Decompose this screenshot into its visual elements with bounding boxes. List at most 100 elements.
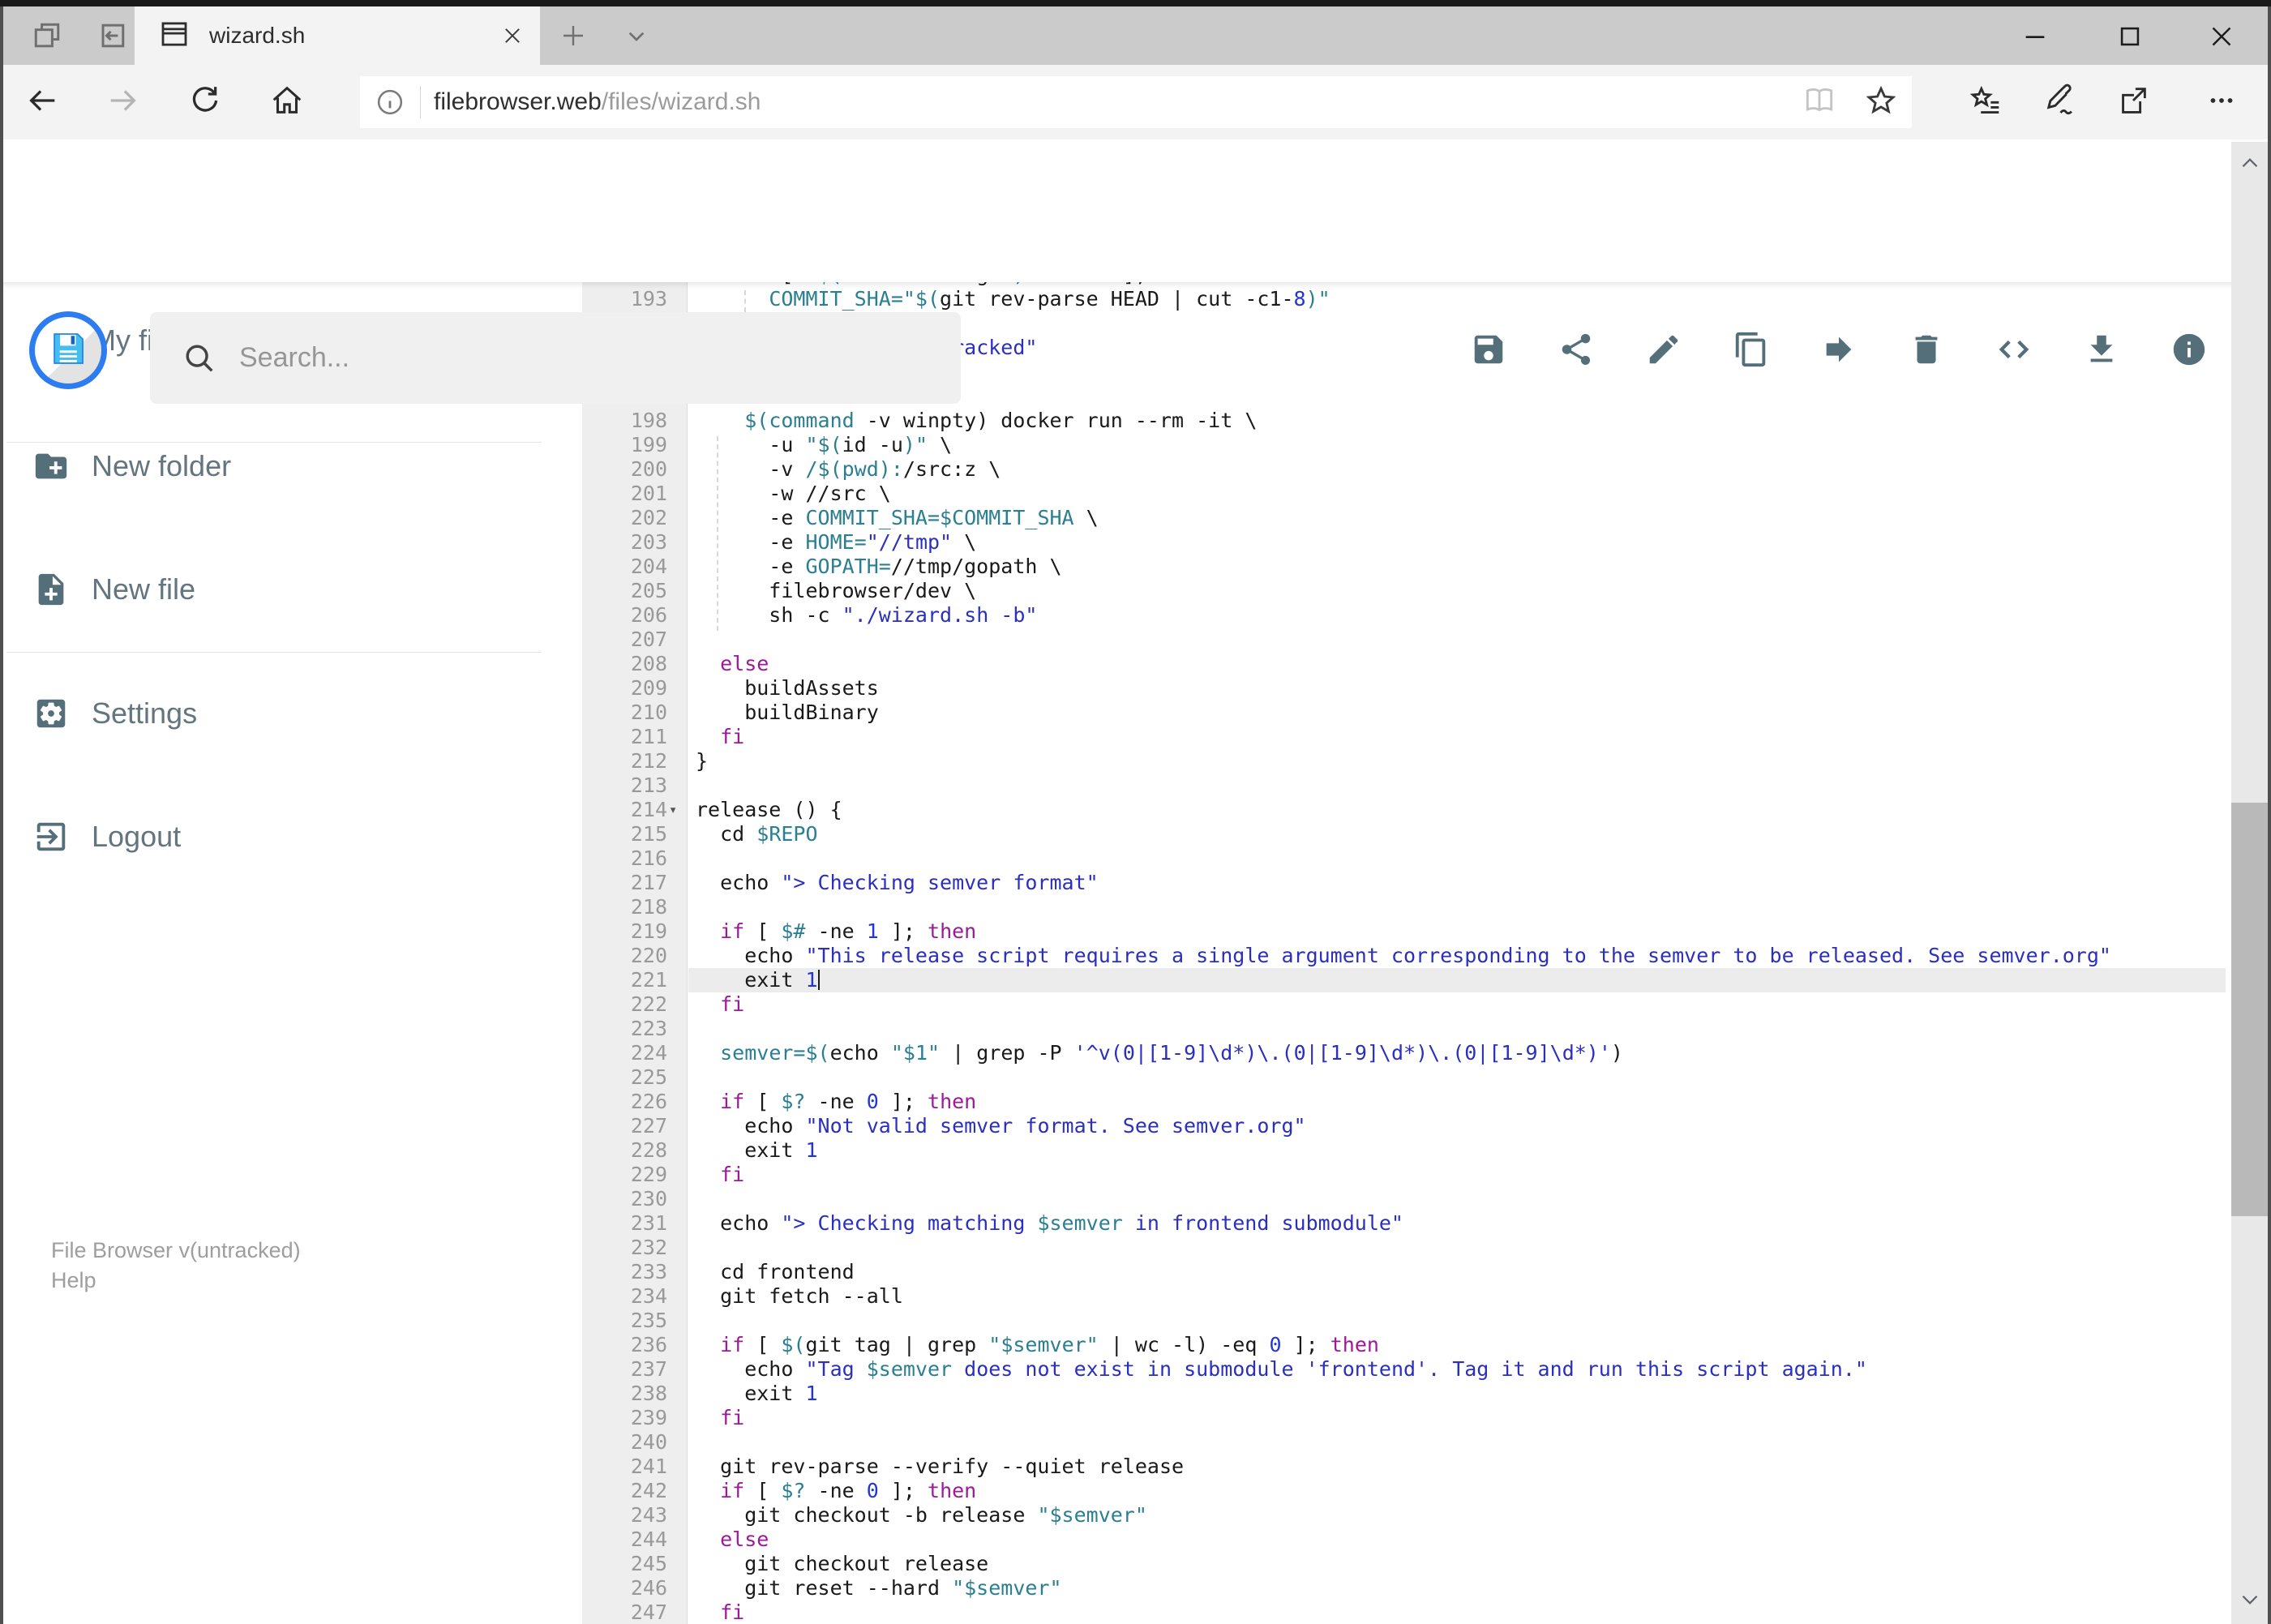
- scroll-down-button[interactable]: [2231, 1579, 2268, 1624]
- code-line[interactable]: 211 fi: [582, 725, 2226, 749]
- code-line[interactable]: 200 -v /$(pwd):/src:z \: [582, 457, 2226, 482]
- web-note-button[interactable]: [2027, 70, 2092, 135]
- code-line[interactable]: 228 exit 1: [582, 1138, 2226, 1163]
- sidebar-item-new-folder[interactable]: New folder: [0, 418, 576, 515]
- code-line[interactable]: 198 $(command -v winpty) docker run --rm…: [582, 409, 2226, 433]
- sidebar-item-logout[interactable]: Logout: [0, 788, 576, 885]
- home-button[interactable]: [255, 70, 319, 135]
- scroll-up-button[interactable]: [2231, 142, 2268, 187]
- code-line[interactable]: 203 -e HOME="//tmp" \: [582, 530, 2226, 555]
- code-line[interactable]: 201 -w //src \: [582, 482, 2226, 506]
- code-line[interactable]: 207: [582, 628, 2226, 652]
- code-line[interactable]: 231 echo "> Checking matching $semver in…: [582, 1211, 2226, 1236]
- address-bar[interactable]: filebrowser.web/files/wizard.sh: [360, 76, 1912, 128]
- add-favorite-button[interactable]: [1850, 82, 1912, 123]
- filebrowser-logo[interactable]: [29, 311, 107, 389]
- set-tabs-aside-button[interactable]: [81, 13, 143, 62]
- share-button-browser[interactable]: [2101, 70, 2166, 135]
- copy-button[interactable]: [1708, 324, 1795, 378]
- share-file-button[interactable]: [1532, 324, 1620, 378]
- window-close-button[interactable]: [2181, 15, 2262, 62]
- browser-tab-wizard-sh[interactable]: wizard.sh: [135, 6, 540, 65]
- code-line[interactable]: 229 fi: [582, 1163, 2226, 1187]
- code-line[interactable]: 208 else: [582, 652, 2226, 676]
- code-line[interactable]: 239 fi: [582, 1406, 2226, 1430]
- code-line[interactable]: 215 cd $REPO: [582, 822, 2226, 846]
- code-line[interactable]: 224 semver=$(echo "$1" | grep -P '^v(0|[…: [582, 1041, 2226, 1065]
- code-line[interactable]: 240: [582, 1430, 2226, 1455]
- code-line[interactable]: 237 echo "Tag $semver does not exist in …: [582, 1357, 2226, 1382]
- line-number: 193: [630, 287, 667, 311]
- minimize-button[interactable]: [1995, 15, 2076, 62]
- code-line[interactable]: 199 -u "$(id -u)" \: [582, 433, 2226, 457]
- code-line[interactable]: 221 exit 1: [582, 968, 2226, 992]
- scrollbar-thumb[interactable]: [2231, 803, 2268, 1216]
- rename-button[interactable]: [1620, 324, 1708, 378]
- save-button[interactable]: [1445, 324, 1532, 378]
- code-line[interactable]: 244 else: [582, 1528, 2226, 1552]
- code-line[interactable]: 213: [582, 773, 2226, 798]
- new-tab-button[interactable]: [548, 15, 598, 60]
- back-button[interactable]: [10, 70, 75, 135]
- code-line[interactable]: 216: [582, 846, 2226, 871]
- refresh-button[interactable]: [173, 70, 238, 135]
- delete-button[interactable]: [1883, 324, 1970, 378]
- page-scrollbar[interactable]: [2231, 142, 2268, 1624]
- code-line[interactable]: 222 fi: [582, 992, 2226, 1017]
- code-line[interactable]: 230: [582, 1187, 2226, 1211]
- code-line[interactable]: 232: [582, 1236, 2226, 1260]
- maximize-button[interactable]: [2089, 15, 2170, 62]
- code-line[interactable]: 242 if [ $? -ne 0 ]; then: [582, 1479, 2226, 1503]
- code-line[interactable]: 206 sh -c "./wizard.sh -b": [582, 603, 2226, 628]
- code-lines: 192 if [ "$(command -v git)" != "" ]; th…: [582, 282, 2226, 1624]
- code-line[interactable]: 210 buildBinary: [582, 701, 2226, 725]
- move-button[interactable]: [1795, 324, 1883, 378]
- code-editor[interactable]: 192 if [ "$(command -v git)" != "" ]; th…: [582, 282, 2226, 1624]
- tab-preview-button[interactable]: [16, 13, 78, 62]
- code-line[interactable]: 246 git reset --hard "$semver": [582, 1576, 2226, 1600]
- code-line[interactable]: 204 -e GOPATH=//tmp/gopath \: [582, 555, 2226, 579]
- code-line[interactable]: 214 ▾ release () {: [582, 798, 2226, 822]
- reading-view-button[interactable]: [1789, 83, 1850, 122]
- page-info-icon[interactable]: [360, 86, 420, 118]
- code-line[interactable]: 217 echo "> Checking semver format": [582, 871, 2226, 895]
- forward-button[interactable]: [91, 70, 156, 135]
- window-title-strip: [0, 0, 2271, 6]
- code-line[interactable]: 193 COMMIT_SHA="$(git rev-parse HEAD | c…: [582, 287, 2226, 311]
- download-button[interactable]: [2058, 324, 2145, 378]
- line-number: 242: [630, 1479, 667, 1502]
- code-line[interactable]: 212}: [582, 749, 2226, 773]
- code-line[interactable]: 223: [582, 1017, 2226, 1041]
- code-line[interactable]: 247 fi: [582, 1600, 2226, 1624]
- code-line[interactable]: 235: [582, 1309, 2226, 1333]
- sidebar-item-settings[interactable]: Settings: [0, 665, 576, 762]
- tab-preview-chevron-button[interactable]: [610, 15, 663, 60]
- code-line[interactable]: 233 cd frontend: [582, 1260, 2226, 1284]
- code-line[interactable]: 236 if [ $(git tag | grep "$semver" | wc…: [582, 1333, 2226, 1357]
- code-line[interactable]: 227 echo "Not valid semver format. See s…: [582, 1114, 2226, 1138]
- sidebar-divider: [6, 652, 542, 653]
- code-line[interactable]: 209 buildAssets: [582, 676, 2226, 701]
- code-line[interactable]: 219 if [ $# -ne 1 ]; then: [582, 919, 2226, 944]
- code-line[interactable]: 234 git fetch --all: [582, 1284, 2226, 1309]
- search-input[interactable]: [239, 342, 920, 374]
- code-line[interactable]: 202 -e COMMIT_SHA=$COMMIT_SHA \: [582, 506, 2226, 530]
- search-bar[interactable]: [150, 312, 961, 404]
- code-line[interactable]: 243 git checkout -b release "$semver": [582, 1503, 2226, 1528]
- code-line[interactable]: 220 echo "This release script requires a…: [582, 944, 2226, 968]
- tab-close-button[interactable]: [490, 13, 535, 58]
- fold-marker-icon[interactable]: ▾: [669, 798, 688, 822]
- browser-menu-button[interactable]: [2189, 70, 2254, 135]
- code-line[interactable]: 225: [582, 1065, 2226, 1090]
- info-button[interactable]: [2145, 324, 2233, 378]
- code-line[interactable]: 241 git rev-parse --verify --quiet relea…: [582, 1455, 2226, 1479]
- code-line[interactable]: 238 exit 1: [582, 1382, 2226, 1406]
- code-line[interactable]: 245 git checkout release: [582, 1552, 2226, 1576]
- code-line[interactable]: 205 filebrowser/dev \: [582, 579, 2226, 603]
- code-line[interactable]: 226 if [ $? -ne 0 ]; then: [582, 1090, 2226, 1114]
- help-link[interactable]: Help: [51, 1266, 301, 1296]
- code-view-button[interactable]: [1970, 324, 2058, 378]
- hub-button[interactable]: [1953, 70, 2018, 135]
- sidebar-item-new-file[interactable]: New file: [0, 541, 576, 638]
- code-line[interactable]: 218: [582, 895, 2226, 919]
